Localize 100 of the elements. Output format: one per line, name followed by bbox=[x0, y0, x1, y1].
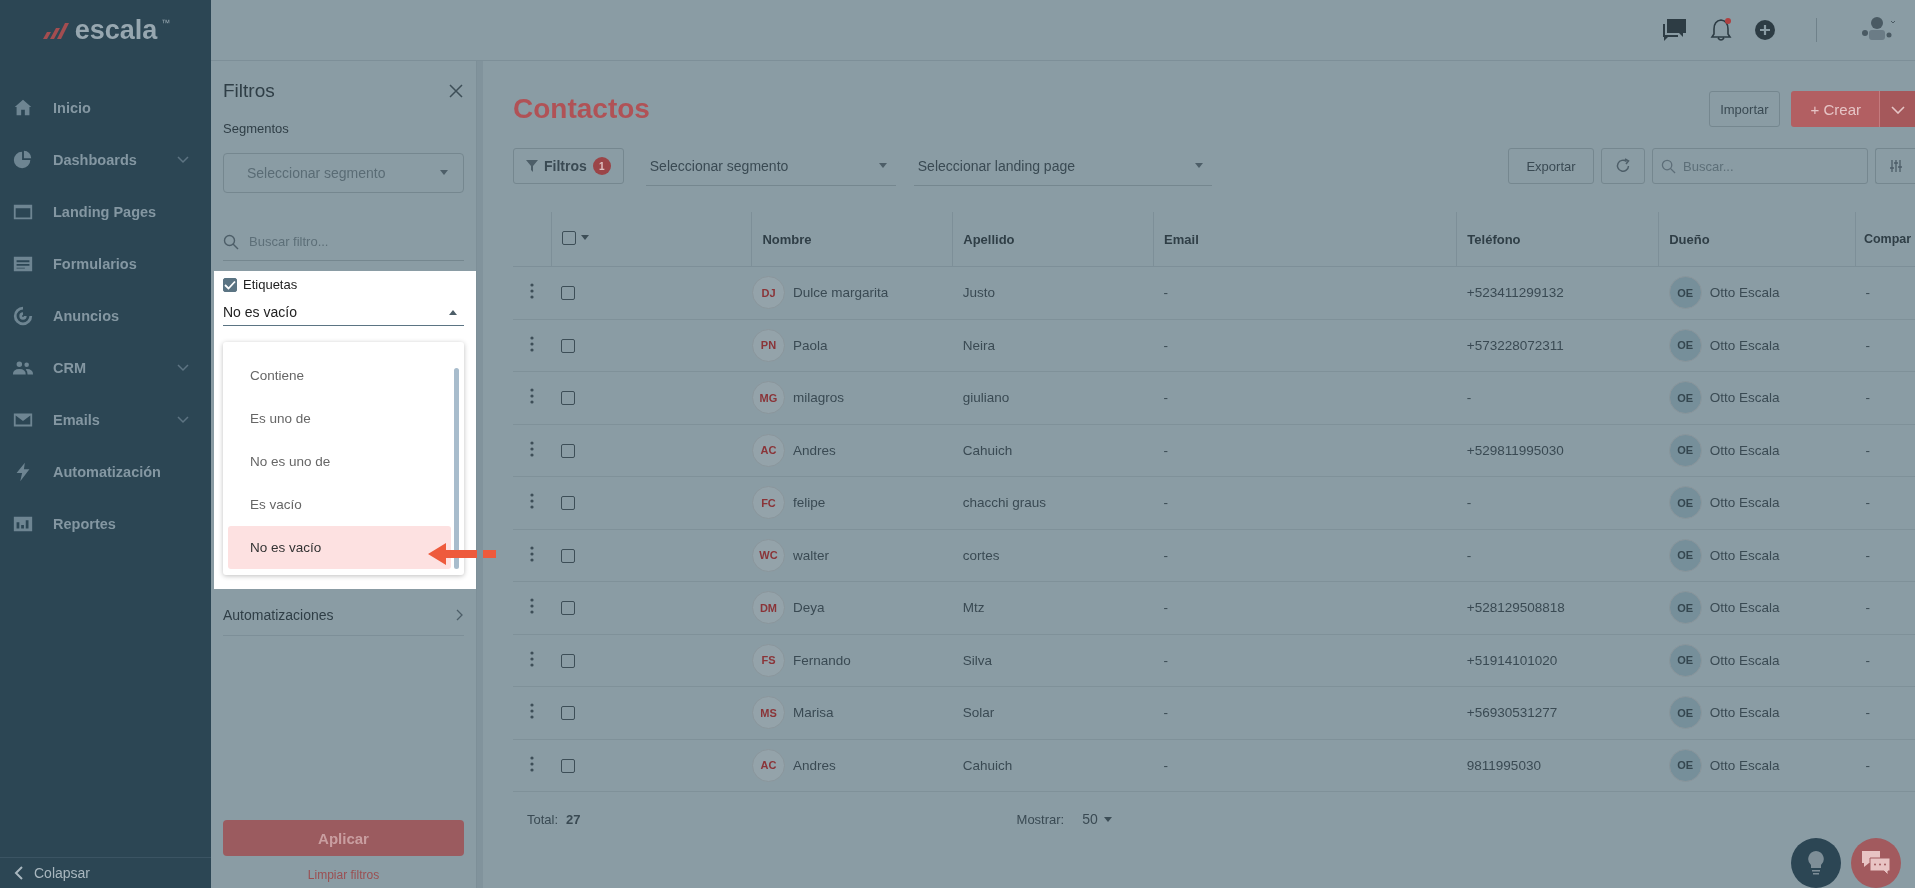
caret-button[interactable] bbox=[1879, 91, 1915, 127]
column-settings-button[interactable] bbox=[1875, 148, 1915, 184]
scrollbar[interactable] bbox=[454, 368, 459, 569]
clear-filters-link[interactable]: Limpiar filtros bbox=[307, 868, 380, 882]
apply-button[interactable]: Aplicar bbox=[223, 820, 464, 856]
column-header[interactable]: Compar bbox=[1863, 232, 1912, 246]
create-button[interactable]: + Crear bbox=[1790, 91, 1879, 127]
dropdown-option[interactable]: Es vacío bbox=[228, 483, 451, 526]
avatar: AC bbox=[751, 748, 785, 782]
page-title: Contactos bbox=[513, 93, 651, 125]
table-cell: - bbox=[1865, 547, 1870, 563]
sidebar-item[interactable]: Emails bbox=[0, 394, 211, 446]
chat-button[interactable] bbox=[1851, 838, 1901, 888]
row-checkbox[interactable] bbox=[561, 758, 576, 773]
page-size-select[interactable]: 50 bbox=[1082, 811, 1112, 827]
more-icon[interactable] bbox=[530, 493, 535, 510]
column-header[interactable]: Dueño bbox=[1669, 231, 1710, 247]
table-cell: - bbox=[1163, 600, 1169, 616]
page-size-label: Mostrar: bbox=[1016, 811, 1065, 827]
caret-icon[interactable] bbox=[580, 235, 589, 240]
table-cell: - bbox=[1163, 705, 1169, 721]
table-cell: Paola bbox=[792, 337, 828, 353]
filters-button[interactable]: Filtros 1 bbox=[513, 148, 624, 184]
sidebar-item[interactable]: Reportes bbox=[0, 498, 211, 550]
plus-circle-icon[interactable] bbox=[1754, 19, 1776, 41]
table-cell: - bbox=[1163, 442, 1169, 458]
table-cell: - bbox=[1865, 757, 1870, 773]
table-cell: +573228072311 bbox=[1466, 337, 1564, 353]
table-cell: cortes bbox=[962, 547, 1000, 563]
more-icon[interactable] bbox=[530, 703, 535, 720]
sidebar-item[interactable]: Landing Pages bbox=[0, 186, 211, 238]
more-icon[interactable] bbox=[530, 283, 535, 300]
select-all-checkbox[interactable] bbox=[561, 230, 576, 245]
segment-select[interactable]: Seleccionar segmento bbox=[645, 146, 896, 186]
row-checkbox[interactable] bbox=[561, 391, 576, 406]
table-cell: Otto Escala bbox=[1709, 652, 1780, 668]
table-cell: Fernando bbox=[792, 652, 851, 668]
table-cell: Mtz bbox=[962, 600, 985, 616]
row-checkbox[interactable] bbox=[561, 286, 576, 301]
target-icon bbox=[12, 305, 34, 327]
refresh-button[interactable] bbox=[1601, 148, 1645, 184]
more-icon[interactable] bbox=[530, 388, 535, 405]
more-icon[interactable] bbox=[530, 650, 535, 667]
table-cell: Otto Escala bbox=[1709, 285, 1780, 301]
column-header[interactable]: Apellido bbox=[963, 231, 1015, 247]
filter-group[interactable]: Automatizaciones bbox=[223, 589, 464, 636]
condition-select[interactable]: No es vacío bbox=[223, 304, 464, 326]
avatar: OE bbox=[1668, 328, 1702, 362]
pointer-arrow-icon bbox=[428, 543, 496, 565]
sidebar-item[interactable]: Automatización bbox=[0, 446, 211, 498]
column-header[interactable]: Nombre bbox=[762, 231, 812, 247]
column-header[interactable]: Email bbox=[1164, 231, 1199, 247]
column-header[interactable]: Teléfono bbox=[1467, 231, 1521, 247]
close-icon[interactable] bbox=[448, 83, 464, 99]
row-checkbox[interactable] bbox=[561, 496, 576, 511]
more-icon[interactable] bbox=[530, 335, 535, 352]
row-checkbox[interactable] bbox=[561, 338, 576, 353]
table-cell: Otto Escala bbox=[1709, 705, 1780, 721]
row-checkbox[interactable] bbox=[561, 706, 576, 721]
table-cell: milagros bbox=[792, 390, 844, 406]
collapse-button[interactable]: Colapsar bbox=[14, 865, 91, 881]
import-button[interactable]: Importar bbox=[1709, 91, 1780, 127]
table-cell: Otto Escala bbox=[1709, 442, 1780, 458]
export-button[interactable]: Exportar bbox=[1508, 148, 1594, 184]
caret-icon bbox=[877, 162, 888, 169]
chat-icon[interactable] bbox=[1662, 18, 1688, 42]
more-icon[interactable] bbox=[530, 755, 535, 772]
dropdown-option[interactable]: Contiene bbox=[228, 354, 451, 397]
more-icon[interactable] bbox=[530, 440, 535, 457]
avatar: OE bbox=[1668, 486, 1702, 520]
avatar: OE bbox=[1668, 591, 1702, 625]
dropdown-option[interactable]: No es uno de bbox=[228, 440, 451, 483]
more-icon[interactable] bbox=[530, 598, 535, 615]
row-checkbox[interactable] bbox=[561, 653, 576, 668]
checkbox[interactable] bbox=[223, 277, 237, 292]
checkbox-label: Etiquetas bbox=[243, 277, 298, 292]
dropdown-option[interactable]: No es vacío bbox=[228, 526, 451, 569]
landing-page-select[interactable]: Seleccionar landing page bbox=[913, 146, 1212, 186]
bell-icon[interactable] bbox=[1710, 18, 1732, 42]
logo-text: escala bbox=[74, 14, 158, 46]
row-checkbox[interactable] bbox=[561, 601, 576, 616]
row-checkbox[interactable] bbox=[561, 548, 576, 563]
table-cell: Otto Escala bbox=[1709, 390, 1780, 406]
lightbulb-icon bbox=[1807, 850, 1825, 876]
table-cell: Justo bbox=[962, 285, 996, 301]
panel-title: Filtros bbox=[223, 80, 275, 102]
table-cell: - bbox=[1865, 285, 1870, 301]
table-cell: Otto Escala bbox=[1709, 337, 1780, 353]
sidebar-item[interactable]: Dashboards bbox=[0, 134, 211, 186]
tips-button[interactable] bbox=[1791, 838, 1841, 888]
avatar: OE bbox=[1668, 538, 1702, 572]
row-checkbox[interactable] bbox=[561, 443, 576, 458]
table-cell: felipe bbox=[792, 495, 826, 511]
sidebar-item[interactable]: Formularios bbox=[0, 238, 211, 290]
sidebar-item[interactable]: Inicio bbox=[0, 82, 211, 134]
sidebar-item[interactable]: Anuncios bbox=[0, 290, 211, 342]
more-icon[interactable] bbox=[530, 545, 535, 562]
dropdown-option[interactable]: Es uno de bbox=[228, 397, 451, 440]
sidebar-item[interactable]: CRM bbox=[0, 342, 211, 394]
funnel-icon bbox=[526, 160, 538, 172]
